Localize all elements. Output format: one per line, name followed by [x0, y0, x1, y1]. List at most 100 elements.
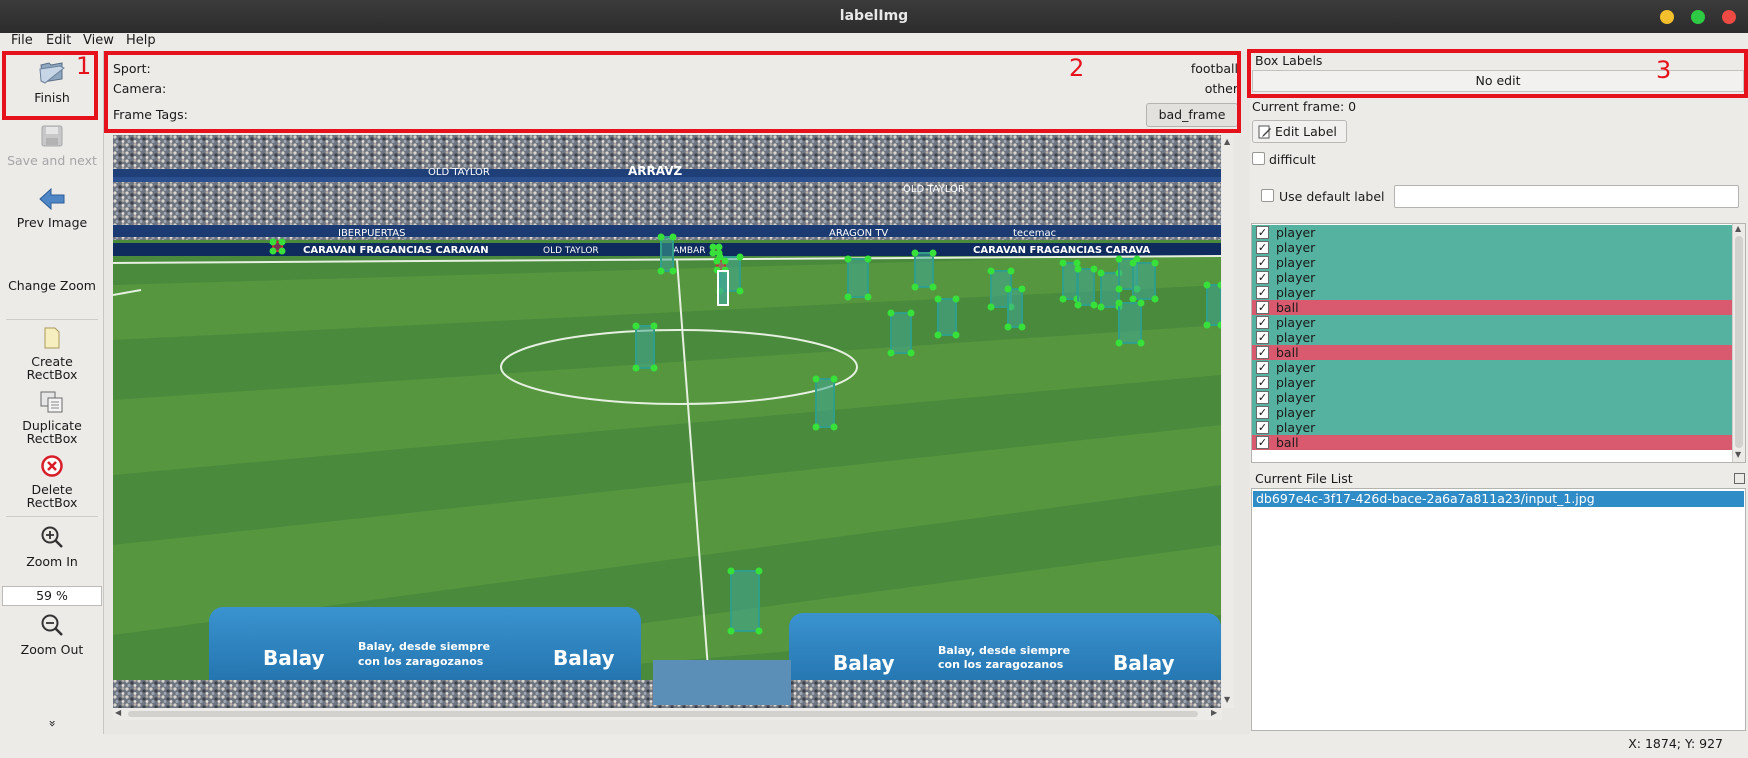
- label-list-item[interactable]: ✓ player: [1252, 285, 1733, 300]
- label-visibility-checkbox[interactable]: ✓: [1256, 286, 1269, 299]
- label-list-item[interactable]: ✓ player: [1252, 375, 1733, 390]
- player-bounding-box[interactable]: [727, 567, 763, 635]
- canvas-horizontal-scrollbar[interactable]: ◀ ▶: [113, 708, 1222, 720]
- label-list-item[interactable]: ✓ player: [1252, 315, 1733, 330]
- menu-help[interactable]: Help: [126, 33, 156, 48]
- label-list-item[interactable]: ✓ player: [1252, 360, 1733, 375]
- selected-bounding-box[interactable]: [717, 270, 729, 306]
- create-rectbox-button[interactable]: Create RectBox: [0, 327, 104, 381]
- label-visibility-checkbox[interactable]: ✓: [1256, 361, 1269, 374]
- zoom-out-icon: [41, 614, 63, 636]
- box-label-list[interactable]: ✓ player ✓ player ✓ player ✓ player ✓ player ✓ ball…: [1251, 223, 1746, 463]
- label-list-item[interactable]: ✓ player: [1252, 240, 1733, 255]
- label-name: player: [1276, 420, 1316, 435]
- label-name: player: [1276, 390, 1316, 405]
- new-file-icon: [44, 327, 60, 349]
- zoom-out-button[interactable]: Zoom Out: [0, 613, 104, 656]
- duplicate-rectbox-label-2: RectBox: [26, 431, 78, 446]
- difficult-checkbox[interactable]: [1252, 152, 1265, 165]
- annotation-number-2: 2: [1069, 54, 1085, 82]
- save-and-next-label: Save and next: [7, 153, 97, 168]
- label-list-item[interactable]: ✓ player: [1252, 420, 1733, 435]
- label-name: player: [1276, 270, 1316, 285]
- label-visibility-checkbox[interactable]: ✓: [1256, 391, 1269, 404]
- file-list[interactable]: db697e4c-3f17-426d-bace-2a6a7a811a23/inp…: [1251, 488, 1746, 731]
- delete-icon: [41, 455, 63, 477]
- current-frame-label: Current frame: 0: [1252, 99, 1357, 114]
- file-list-item[interactable]: db697e4c-3f17-426d-bace-2a6a7a811a23/inp…: [1253, 491, 1744, 507]
- label-visibility-checkbox[interactable]: ✓: [1256, 406, 1269, 419]
- use-default-label-label: Use default label: [1279, 189, 1385, 204]
- label-name: player: [1276, 285, 1316, 300]
- label-list-item[interactable]: ✓ player: [1252, 405, 1733, 420]
- change-zoom-button[interactable]: Change Zoom: [0, 279, 104, 292]
- image-canvas[interactable]: CARAVAN FRAGANCIAS CARAVAN CARAVAN FRAGA…: [113, 135, 1221, 708]
- label-visibility-checkbox[interactable]: ✓: [1256, 331, 1269, 344]
- label-visibility-checkbox[interactable]: ✓: [1256, 376, 1269, 389]
- label-list-scrollbar[interactable]: ▲ ▼: [1732, 224, 1745, 462]
- label-name: player: [1276, 315, 1316, 330]
- edit-icon: [1258, 125, 1271, 139]
- zoom-out-label: Zoom Out: [20, 642, 84, 657]
- label-list-item[interactable]: ✓ ball: [1252, 435, 1733, 450]
- label-list-item[interactable]: ✓ player: [1252, 330, 1733, 345]
- dock-float-icon[interactable]: [1734, 473, 1745, 484]
- zoom-in-button[interactable]: Zoom In: [0, 525, 104, 568]
- player-bounding-box[interactable]: [887, 309, 915, 357]
- label-visibility-checkbox[interactable]: ✓: [1256, 301, 1269, 314]
- bounding-box-layer[interactable]: [113, 135, 1221, 708]
- label-list-item[interactable]: ✓ player: [1252, 270, 1733, 285]
- player-bounding-box[interactable]: [844, 255, 872, 301]
- duplicate-rectbox-button[interactable]: Duplicate RectBox: [0, 391, 104, 445]
- label-list-item[interactable]: ✓ ball: [1252, 345, 1733, 360]
- toolbar-separator: [6, 319, 98, 320]
- close-button[interactable]: [1722, 10, 1736, 24]
- label-name: ball: [1276, 345, 1299, 360]
- delete-rectbox-label-2: RectBox: [26, 495, 78, 510]
- label-list-item[interactable]: ✓ player: [1252, 255, 1733, 270]
- player-bounding-box[interactable]: [1115, 299, 1145, 347]
- player-bounding-box[interactable]: [1074, 265, 1098, 309]
- prev-image-button[interactable]: Prev Image: [0, 188, 104, 229]
- use-default-label-checkbox[interactable]: [1261, 189, 1274, 202]
- zoom-in-label: Zoom In: [26, 554, 78, 569]
- save-and-next-button[interactable]: Save and next: [0, 124, 104, 167]
- difficult-label: difficult: [1269, 152, 1316, 167]
- maximize-button[interactable]: [1691, 10, 1705, 24]
- edit-label-button[interactable]: Edit Label: [1252, 120, 1347, 143]
- ball-bounding-box[interactable]: [269, 238, 286, 255]
- player-bounding-box[interactable]: [1129, 259, 1159, 303]
- player-bounding-box[interactable]: [812, 375, 838, 431]
- label-name: player: [1276, 405, 1316, 420]
- menu-edit[interactable]: Edit: [46, 33, 71, 48]
- menu-file[interactable]: File: [11, 33, 33, 48]
- annotation-box-3: [1247, 49, 1748, 98]
- label-visibility-checkbox[interactable]: ✓: [1256, 256, 1269, 269]
- label-visibility-checkbox[interactable]: ✓: [1256, 241, 1269, 254]
- edit-label-text: Edit Label: [1275, 124, 1337, 139]
- status-bar: X: 1874; Y: 927: [0, 734, 1748, 758]
- player-bounding-box[interactable]: [911, 249, 937, 291]
- label-visibility-checkbox[interactable]: ✓: [1256, 421, 1269, 434]
- player-bounding-box[interactable]: [1004, 285, 1026, 331]
- label-list-item[interactable]: ✓ player: [1252, 225, 1733, 240]
- label-list-item[interactable]: ✓ player: [1252, 390, 1733, 405]
- canvas-vertical-scrollbar[interactable]: ▲ ▼: [1222, 135, 1234, 708]
- player-bounding-box[interactable]: [1203, 281, 1222, 329]
- minimize-button[interactable]: [1660, 10, 1674, 24]
- label-list-item[interactable]: ✓ ball: [1252, 300, 1733, 315]
- ball-bounding-box[interactable]: [709, 243, 723, 257]
- label-visibility-checkbox[interactable]: ✓: [1256, 226, 1269, 239]
- player-bounding-box[interactable]: [632, 322, 658, 372]
- label-visibility-checkbox[interactable]: ✓: [1256, 316, 1269, 329]
- zoom-value-field[interactable]: 59 %: [2, 586, 102, 606]
- label-visibility-checkbox[interactable]: ✓: [1256, 346, 1269, 359]
- label-visibility-checkbox[interactable]: ✓: [1256, 271, 1269, 284]
- default-label-input[interactable]: [1394, 185, 1739, 208]
- player-bounding-box[interactable]: [657, 233, 677, 275]
- file-list-title: Current File List: [1255, 471, 1353, 486]
- label-visibility-checkbox[interactable]: ✓: [1256, 436, 1269, 449]
- player-bounding-box[interactable]: [934, 295, 960, 339]
- delete-rectbox-button[interactable]: Delete RectBox: [0, 455, 104, 509]
- menu-view[interactable]: View: [83, 33, 114, 48]
